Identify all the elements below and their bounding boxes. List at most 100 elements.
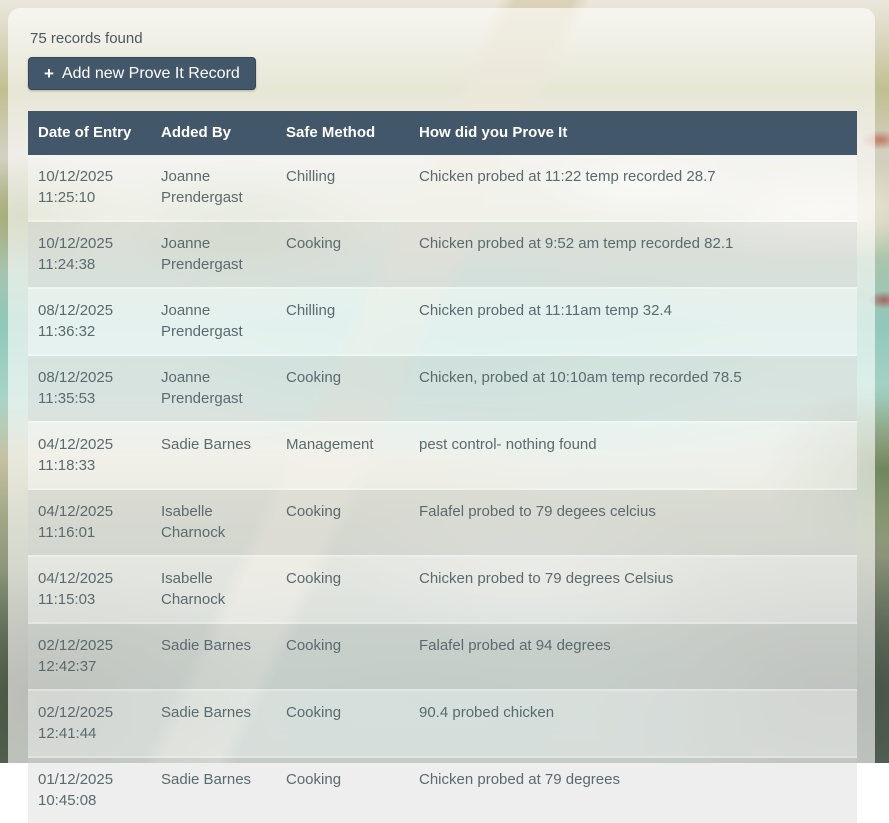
add-record-button-label: Add new Prove It Record <box>62 65 240 83</box>
content-panel: 75 records found + Add new Prove It Reco… <box>8 8 875 763</box>
proof-text: Chicken probed at 9:52 am temp recorded … <box>419 233 847 254</box>
cell-safe-method: Cooking <box>276 757 409 823</box>
proof-text: Chicken probed at 79 degrees <box>419 769 847 790</box>
added-by-name: Sadie Barnes <box>161 769 266 790</box>
proof-text: Chicken, probed at 10:10am temp recorded… <box>419 367 847 388</box>
cell-safe-method: Cooking <box>276 556 409 623</box>
safe-method-value: Management <box>286 434 399 455</box>
entry-date: 08/12/2025 <box>38 367 141 388</box>
column-header-safe-method: Safe Method <box>276 111 409 155</box>
cell-safe-method: Cooking <box>276 221 409 288</box>
entry-date: 04/12/2025 <box>38 568 141 589</box>
added-by-name: Isabelle Charnock <box>161 568 266 610</box>
safe-method-value: Cooking <box>286 501 399 522</box>
cell-date-of-entry: 04/12/202511:15:03 <box>28 556 151 623</box>
cell-proof: Falafel probed to 79 degees celcius <box>409 489 857 556</box>
entry-time: 12:42:37 <box>38 656 141 677</box>
cell-proof: Chicken, probed at 10:10am temp recorded… <box>409 355 857 422</box>
cell-added-by: Joanne Prendergast <box>151 155 276 221</box>
added-by-name: Isabelle Charnock <box>161 501 266 543</box>
safe-method-value: Chilling <box>286 166 399 187</box>
safe-method-value: Cooking <box>286 568 399 589</box>
cell-date-of-entry: 04/12/202511:18:33 <box>28 422 151 489</box>
entry-date: 10/12/2025 <box>38 233 141 254</box>
entry-date: 02/12/2025 <box>38 635 141 656</box>
proof-text: pest control- nothing found <box>419 434 847 455</box>
cell-proof: Chicken probed at 79 degrees <box>409 757 857 823</box>
table-header-row: Date of Entry Added By Safe Method How d… <box>28 111 857 155</box>
cell-date-of-entry: 02/12/202512:42:37 <box>28 623 151 690</box>
safe-method-value: Cooking <box>286 702 399 723</box>
added-by-name: Joanne Prendergast <box>161 300 266 342</box>
safe-method-value: Cooking <box>286 769 399 790</box>
cell-safe-method: Cooking <box>276 489 409 556</box>
cell-safe-method: Management <box>276 422 409 489</box>
entry-date: 04/12/2025 <box>38 501 141 522</box>
entry-time: 11:15:03 <box>38 589 141 610</box>
added-by-name: Joanne Prendergast <box>161 166 266 208</box>
safe-method-value: Chilling <box>286 300 399 321</box>
cell-safe-method: Cooking <box>276 623 409 690</box>
safe-method-value: Cooking <box>286 367 399 388</box>
proof-text: Chicken probed at 11:11am temp 32.4 <box>419 300 847 321</box>
cell-date-of-entry: 01/12/202510:45:08 <box>28 757 151 823</box>
cell-proof: Falafel probed at 94 degrees <box>409 623 857 690</box>
cell-proof: 90.4 probed chicken <box>409 690 857 757</box>
column-header-date-of-entry: Date of Entry <box>28 111 151 155</box>
cell-date-of-entry: 10/12/202511:24:38 <box>28 221 151 288</box>
records-count: 75 records found <box>30 30 857 47</box>
cell-added-by: Isabelle Charnock <box>151 556 276 623</box>
cell-safe-method: Cooking <box>276 355 409 422</box>
cell-date-of-entry: 02/12/202512:41:44 <box>28 690 151 757</box>
cell-proof: Chicken probed at 11:11am temp 32.4 <box>409 288 857 355</box>
table-row: 04/12/202511:18:33 Sadie Barnes Management… <box>28 422 857 489</box>
add-record-button[interactable]: + Add new Prove It Record <box>28 57 256 90</box>
cell-proof: Chicken probed at 9:52 am temp recorded … <box>409 221 857 288</box>
cell-safe-method: Chilling <box>276 155 409 221</box>
cell-added-by: Joanne Prendergast <box>151 288 276 355</box>
safe-method-value: Cooking <box>286 635 399 656</box>
plus-icon: + <box>44 65 54 82</box>
entry-date: 02/12/2025 <box>38 702 141 723</box>
column-header-how-did-you-prove-it: How did you Prove It <box>409 111 857 155</box>
column-header-added-by: Added By <box>151 111 276 155</box>
entry-date: 08/12/2025 <box>38 300 141 321</box>
entry-time: 12:41:44 <box>38 723 141 744</box>
added-by-name: Joanne Prendergast <box>161 233 266 275</box>
table-body: 10/12/202511:25:10Joanne PrendergastChil… <box>28 155 857 823</box>
proof-text: Chicken probed to 79 degrees Celsius <box>419 568 847 589</box>
proof-text: Falafel probed to 79 degees celcius <box>419 501 847 522</box>
safe-method-value: Cooking <box>286 233 399 254</box>
table-row: 04/12/202511:16:01Isabelle CharnockCooki… <box>28 489 857 556</box>
cell-added-by: Joanne Prendergast <box>151 355 276 422</box>
cell-proof: pest control- nothing found <box>409 422 857 489</box>
entry-time: 11:35:53 <box>38 388 141 409</box>
cell-added-by: Joanne Prendergast <box>151 221 276 288</box>
entry-time: 11:18:33 <box>38 455 141 476</box>
cell-date-of-entry: 08/12/202511:36:32 <box>28 288 151 355</box>
table-row: 10/12/202511:25:10 Joanne Prendergast Chil… <box>28 155 857 221</box>
entry-time: 11:25:10 <box>38 187 141 208</box>
cell-added-by: Sadie Barnes <box>151 422 276 489</box>
proof-text: Chicken probed at 11:22 temp recorded 28… <box>419 166 847 187</box>
entry-time: 11:16:01 <box>38 522 141 543</box>
table-row: 04/12/202511:15:03Isabelle CharnockCooki… <box>28 556 857 623</box>
added-by-name: Sadie Barnes <box>161 434 266 455</box>
cell-proof: Chicken probed at 11:22 temp recorded 28… <box>409 155 857 221</box>
table-row: 01/12/202510:45:08 Sadie Barnes Cooking Chi… <box>28 757 857 823</box>
table-row: 02/12/202512:41:44 Sadie Barnes Cooking 90.… <box>28 690 857 757</box>
proof-text: Falafel probed at 94 degrees <box>419 635 847 656</box>
entry-time: 11:36:32 <box>38 321 141 342</box>
cell-added-by: Sadie Barnes <box>151 690 276 757</box>
table-row: 08/12/202511:35:53Joanne PrendergastCook… <box>28 355 857 422</box>
entry-date: 10/12/2025 <box>38 166 141 187</box>
cell-date-of-entry: 08/12/202511:35:53 <box>28 355 151 422</box>
table-row: 10/12/202511:24:38Joanne Prendergast Cook… <box>28 221 857 288</box>
entry-date: 01/12/2025 <box>38 769 141 790</box>
records-table: Date of Entry Added By Safe Method How d… <box>28 111 857 823</box>
entry-time: 10:45:08 <box>38 790 141 811</box>
cell-date-of-entry: 04/12/202511:16:01 <box>28 489 151 556</box>
added-by-name: Joanne Prendergast <box>161 367 266 409</box>
added-by-name: Sadie Barnes <box>161 702 266 723</box>
proof-text: 90.4 probed chicken <box>419 702 847 723</box>
